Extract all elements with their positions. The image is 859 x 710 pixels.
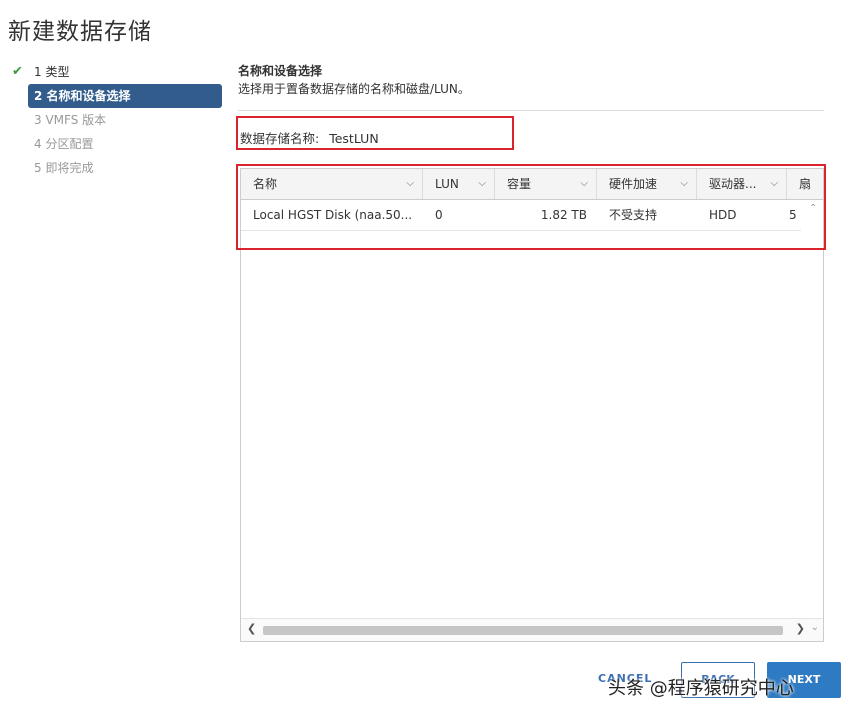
step-3-vmfs-version: 3 VMFS 版本: [8, 108, 222, 132]
highlight-box-name: [236, 116, 514, 150]
horizontal-scrollbar[interactable]: ❮ ❯ ⌄: [241, 618, 823, 641]
highlight-box-table: [236, 164, 826, 250]
step-label: 2 名称和设备选择: [34, 89, 131, 103]
step-5-ready: 5 即将完成: [8, 156, 222, 180]
section-header: 名称和设备选择 选择用于置备数据存储的名称和磁盘/LUN。: [238, 62, 824, 98]
step-label: 4 分区配置: [34, 137, 94, 151]
section-title: 名称和设备选择: [238, 64, 323, 78]
check-icon: ✔: [12, 64, 23, 79]
step-2-name-device[interactable]: 2 名称和设备选择: [28, 84, 222, 108]
watermark: 头条 @程序猿研究中心: [608, 678, 794, 699]
scroll-left-icon[interactable]: ❮: [247, 622, 256, 635]
scroll-right-icon[interactable]: ❯: [796, 622, 805, 635]
wizard-steps: ✔ 1 类型 2 名称和设备选择 3 VMFS 版本 4 分区配置 5 即将完成: [8, 60, 222, 180]
scroll-down-icon[interactable]: ⌄: [811, 622, 819, 633]
dialog-title: 新建数据存储: [8, 19, 152, 45]
step-1-type[interactable]: ✔ 1 类型: [8, 60, 222, 84]
step-label: 3 VMFS 版本: [34, 113, 107, 127]
step-label: 1 类型: [34, 65, 70, 79]
step-label: 5 即将完成: [34, 161, 94, 175]
scrollbar-thumb[interactable]: [263, 626, 783, 635]
step-4-partition: 4 分区配置: [8, 132, 222, 156]
divider: [238, 110, 824, 111]
section-description: 选择用于置备数据存储的名称和磁盘/LUN。: [238, 82, 470, 96]
vertical-scrollbar[interactable]: ⌃: [807, 201, 821, 621]
